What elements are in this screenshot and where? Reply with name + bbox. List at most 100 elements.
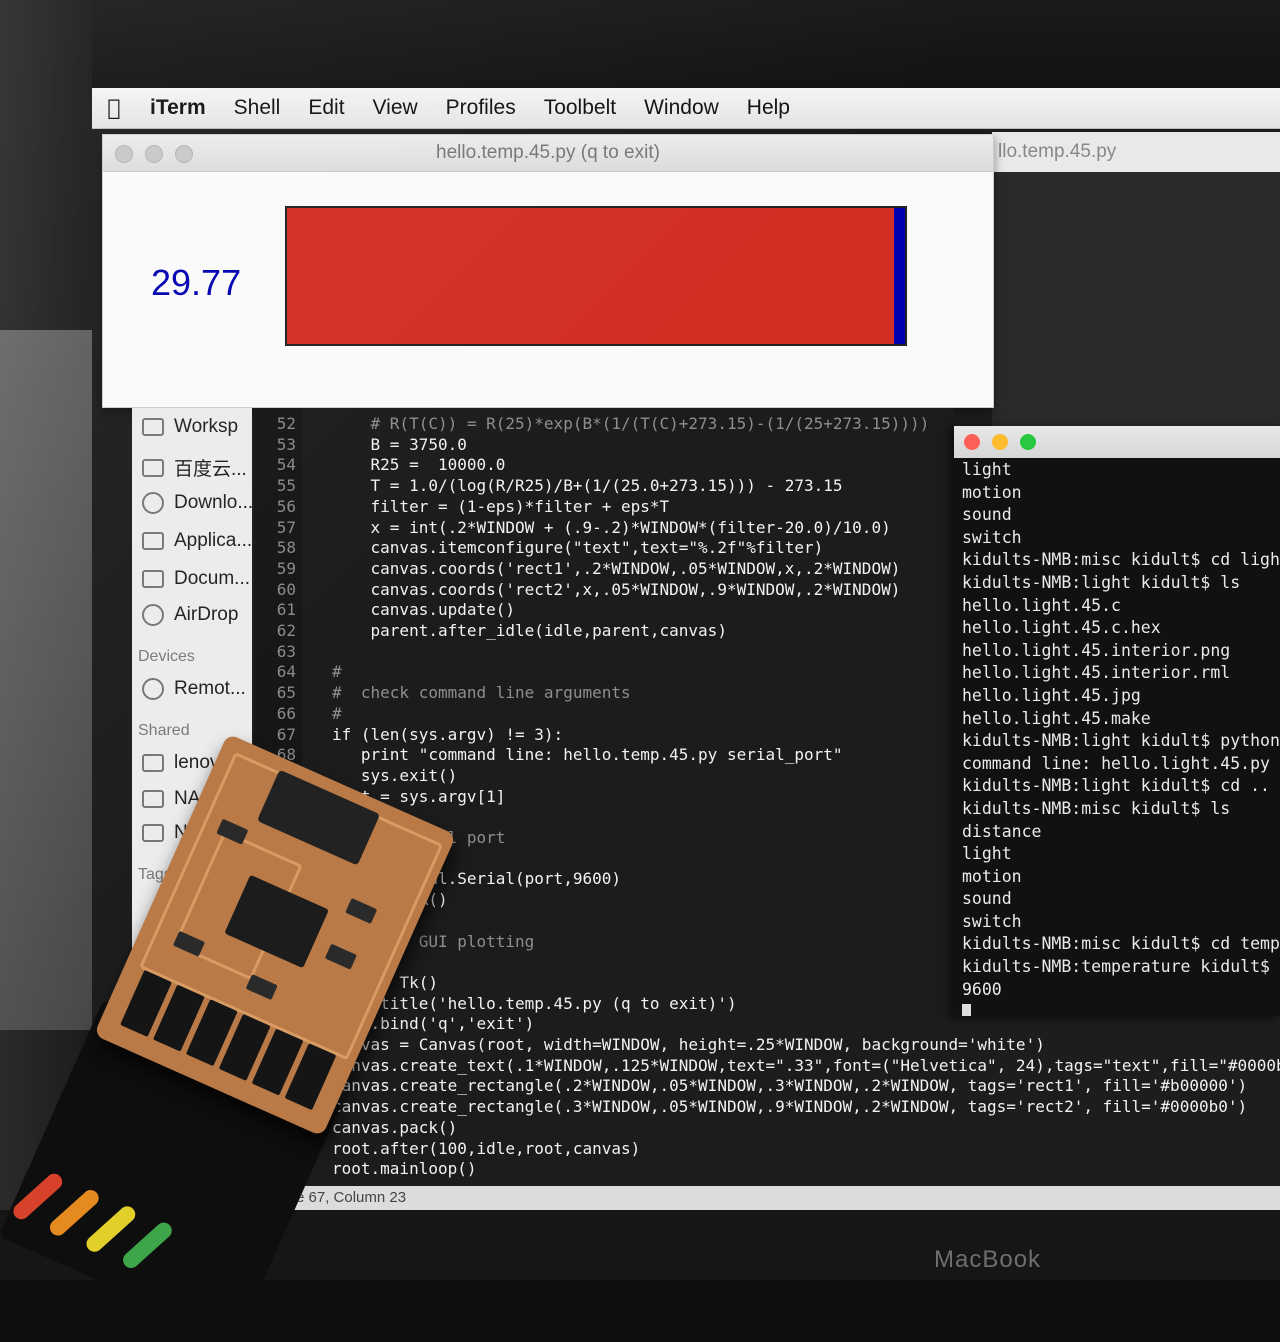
disc-icon bbox=[142, 678, 164, 700]
sidebar-item-applications[interactable]: Applica... bbox=[142, 530, 252, 552]
line-number: 61 bbox=[276, 600, 296, 620]
apple-icon[interactable]:  bbox=[92, 96, 136, 121]
code-text: # R(T(C)) = R(25)*exp(B*(1/(T(C)+273.15)… bbox=[332, 414, 930, 433]
code-text: # bbox=[332, 662, 342, 682]
code-line: 56 filter = (1-eps)*filter + eps*T bbox=[254, 497, 669, 518]
line-number: 63 bbox=[276, 641, 296, 661]
terminal-line: hello.light.45.interior.rml bbox=[962, 663, 1231, 683]
code-line: 55 T = 1.0/(log(R/R25)/B+(1/(25.0+273.15… bbox=[254, 476, 843, 497]
terminal-line: command line: hello.light.45.py ser bbox=[962, 753, 1280, 773]
terminal-line: 9600 bbox=[962, 979, 1002, 999]
terminal-line: switch bbox=[962, 527, 1022, 547]
code-text: canvas.create_rectangle(.2*WINDOW,.05*WI… bbox=[332, 1076, 1248, 1096]
code-text: if (len(sys.argv) != 3): bbox=[332, 724, 564, 744]
code-line: canvas = Canvas(root, width=WINDOW, heig… bbox=[254, 1035, 1045, 1056]
code-line: 65 # check command line arguments bbox=[254, 683, 631, 704]
line-number: 60 bbox=[276, 579, 296, 599]
macbook-label: MacBook bbox=[934, 1246, 1042, 1273]
menu-window[interactable]: Window bbox=[630, 96, 733, 120]
code-text: filter = (1-eps)*filter + eps*T bbox=[332, 496, 670, 516]
code-line: canvas.create_rectangle(.2*WINDOW,.05*WI… bbox=[254, 1076, 1247, 1097]
code-line: canvas.create_rectangle(.3*WINDOW,.05*WI… bbox=[254, 1097, 1247, 1118]
code-line: 64 # bbox=[254, 662, 342, 683]
temperature-window-title: hello.temp.45.py (q to exit) bbox=[436, 142, 660, 163]
terminal-line: hello.light.45.c bbox=[962, 595, 1121, 615]
code-text: canvas.coords('rect1',.2*WINDOW,.05*WIND… bbox=[332, 558, 901, 578]
sidebar-item-workspace[interactable]: Worksp bbox=[142, 416, 238, 438]
menu-shell[interactable]: Shell bbox=[220, 96, 295, 120]
terminal-line: kidults-NMB:temperature kidult$ pytho bbox=[962, 957, 1280, 977]
background-wall bbox=[0, 330, 92, 1030]
code-text: T = 1.0/(log(R/R25)/B+(1/(25.0+273.15)))… bbox=[332, 476, 843, 496]
code-text: canvas.pack() bbox=[332, 1117, 458, 1137]
line-number: 66 bbox=[276, 703, 296, 723]
laptop-bezel-top bbox=[0, 0, 1280, 95]
code-text: # check command line arguments bbox=[332, 683, 631, 703]
line-number: 59 bbox=[276, 558, 296, 578]
sidebar-item-label: Remot... bbox=[174, 678, 246, 699]
temperature-window-titlebar[interactable]: hello.temp.45.py (q to exit) bbox=[103, 135, 993, 172]
terminal-line: kidults-NMB:light kidult$ cd .. bbox=[962, 776, 1270, 796]
terminal-titlebar[interactable] bbox=[954, 426, 1280, 458]
code-line: 57 x = int(.2*WINDOW + (.9-.2)*WINDOW*(f… bbox=[254, 518, 891, 539]
code-text: sys.exit() bbox=[332, 765, 458, 785]
temperature-value: 29.77 bbox=[151, 262, 242, 303]
code-text: R25 = 10000.0 bbox=[332, 455, 506, 475]
terminal-line: light bbox=[962, 844, 1012, 864]
terminal-line: hello.light.45.interior.png bbox=[962, 640, 1231, 660]
terminal-line: light bbox=[962, 460, 1012, 479]
terminal-output: light motion sound switch kidults-NMB:misc k… bbox=[962, 460, 1280, 1016]
line-number: 58 bbox=[276, 538, 296, 558]
devices-header: Devices bbox=[138, 648, 195, 665]
terminal-line: kidults-NMB:light kidult$ ls bbox=[962, 572, 1241, 592]
temperature-bar-fill bbox=[287, 208, 895, 344]
temperature-canvas: 29.77 bbox=[103, 172, 993, 408]
folder-icon bbox=[142, 458, 164, 477]
terminal-line: motion bbox=[962, 866, 1022, 886]
temperature-bar bbox=[285, 206, 907, 346]
line-number: 65 bbox=[276, 683, 296, 703]
temperature-window: hello.temp.45.py (q to exit) 29.77 bbox=[102, 134, 994, 408]
background-window-title[interactable]: llo.temp.45.py bbox=[992, 132, 1280, 172]
zoom-button[interactable] bbox=[175, 145, 193, 163]
code-text: canvas = Canvas(root, width=WINDOW, heig… bbox=[332, 1035, 1045, 1054]
sidebar-item-baidu[interactable]: 百度云... bbox=[142, 454, 247, 481]
line-number: 67 bbox=[276, 724, 296, 744]
line-number: 54 bbox=[276, 455, 296, 475]
sidebar-item-airdrop[interactable]: AirDrop bbox=[142, 604, 238, 626]
line-number: 64 bbox=[276, 662, 296, 682]
airdrop-icon bbox=[142, 604, 164, 626]
shared-header: Shared bbox=[138, 722, 190, 739]
sidebar-item-remote-disc[interactable]: Remot... bbox=[142, 678, 246, 700]
minimize-button[interactable] bbox=[145, 145, 163, 163]
minimize-button[interactable] bbox=[992, 434, 1008, 450]
sidebar-item-label: AirDrop bbox=[174, 604, 239, 625]
applications-icon bbox=[142, 532, 164, 550]
code-line: 59 canvas.coords('rect1',.2*WINDOW,.05*W… bbox=[254, 558, 901, 580]
line-number: 53 bbox=[276, 434, 296, 454]
sidebar-item-label: Applica... bbox=[174, 530, 253, 551]
sidebar-item-downloads[interactable]: Downlo... bbox=[142, 492, 253, 514]
menu-view[interactable]: View bbox=[359, 96, 432, 120]
terminal-line: hello.light.45.jpg bbox=[962, 685, 1141, 705]
menu-edit[interactable]: Edit bbox=[294, 96, 358, 120]
code-text: x = int(.2*WINDOW + (.9-.2)*WINDOW*(filt… bbox=[332, 517, 891, 537]
zoom-button[interactable] bbox=[1020, 434, 1036, 450]
terminal-cursor bbox=[962, 1003, 971, 1016]
menu-profiles[interactable]: Profiles bbox=[432, 96, 530, 120]
close-button[interactable] bbox=[964, 434, 980, 450]
menu-help[interactable]: Help bbox=[733, 96, 804, 120]
code-text: parent.after_idle(idle,parent,canvas) bbox=[332, 621, 727, 640]
terminal-window[interactable]: light motion sound switch kidults-NMB:misc k… bbox=[954, 426, 1280, 1016]
document-icon bbox=[142, 570, 164, 588]
wire-yellow bbox=[83, 1203, 139, 1256]
monitor-icon bbox=[142, 824, 164, 842]
close-button[interactable] bbox=[115, 145, 133, 163]
download-icon bbox=[142, 492, 164, 514]
terminal-line: kidults-NMB:misc kidult$ ls bbox=[962, 798, 1231, 818]
menu-app-name[interactable]: iTerm bbox=[136, 96, 220, 120]
code-text: root.title('hello.temp.45.py (q to exit)… bbox=[332, 993, 737, 1013]
sidebar-item-documents[interactable]: Docum... bbox=[142, 568, 250, 590]
menu-toolbelt[interactable]: Toolbelt bbox=[530, 96, 630, 120]
background-window-body bbox=[992, 172, 1280, 432]
